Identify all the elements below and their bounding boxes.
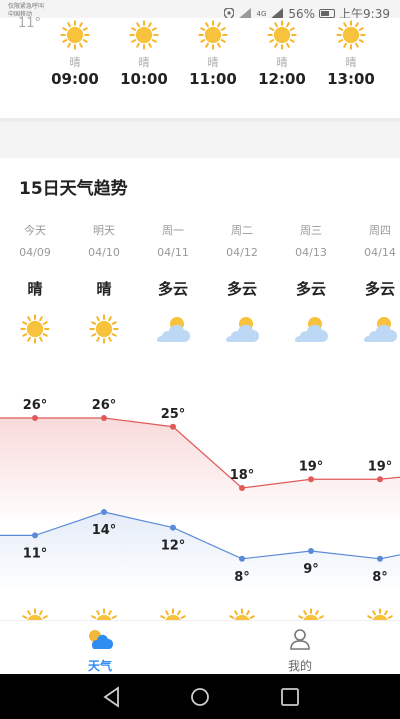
low-temp-point (308, 548, 314, 554)
hourly-time: 10:00 (120, 70, 168, 88)
low-temp-point (170, 524, 176, 531)
forecast-day-column[interactable]: 周一 04/11 多云 (138, 222, 208, 348)
sun-icon (58, 18, 92, 52)
day-date: 04/11 (157, 246, 189, 259)
high-temp-label: 25° (161, 407, 186, 422)
forecast-day-column[interactable]: 今天 04/09 晴 (0, 222, 70, 348)
low-temp-label: 11° (23, 546, 48, 561)
cloud-sun-icon (345, 312, 400, 348)
high-temp-point (170, 423, 176, 430)
hourly-condition: 晴 (276, 56, 288, 69)
nav-weather-tab[interactable]: 天气 (60, 627, 140, 674)
high-temp-point (377, 476, 383, 483)
bottom-nav: 天气 我的 (0, 620, 400, 674)
hourly-item: 晴 11:00 (178, 18, 248, 88)
sun-icon (127, 18, 161, 52)
low-temp-label: 8° (234, 570, 250, 585)
cloud-sun-tab-icon (89, 630, 113, 649)
day-condition: 晴 (96, 280, 112, 298)
high-temp-label: 26° (92, 398, 117, 413)
sun-icon (196, 18, 230, 52)
day-name: 周一 (162, 224, 184, 237)
user-icon (290, 629, 310, 650)
high-temp-point (32, 415, 38, 421)
day-condition: 晴 (27, 280, 43, 298)
day-condition: 多云 (226, 280, 257, 298)
high-temp-area (0, 418, 400, 518)
low-temp-point (32, 532, 38, 539)
home-icon[interactable] (188, 686, 212, 708)
hourly-condition: 晴 (138, 56, 150, 69)
hourly-item: 晴 10:00 (109, 18, 179, 88)
system-nav-bar (0, 674, 400, 719)
low-temp-label: 12° (161, 539, 186, 554)
day-date: 04/13 (295, 246, 327, 259)
low-temp-area (0, 512, 400, 588)
low-temp-label: 8° (372, 570, 388, 585)
day-name: 明天 (93, 224, 115, 237)
day-name: 周三 (300, 224, 322, 237)
hourly-time: 13:00 (327, 70, 375, 88)
high-temp-point (239, 485, 245, 491)
day-condition: 多云 (157, 280, 188, 298)
hourly-condition: 晴 (345, 56, 357, 69)
high-temp-label: 19° (368, 459, 393, 474)
nav-weather-label: 天气 (87, 659, 112, 673)
high-temp-point (101, 415, 107, 421)
high-temp-label: 26° (23, 398, 48, 413)
high-temp-point (308, 476, 314, 483)
carrier-line-1: 仅限紧急呼叫 (8, 3, 45, 10)
network-type: 4G (256, 9, 267, 18)
forecast-day-column[interactable]: 周四 04/14 多云 (345, 222, 400, 348)
hourly-item: 晴 12:00 (247, 18, 317, 88)
day-name: 周四 (369, 224, 391, 237)
hourly-time: 11:00 (189, 70, 237, 88)
forecast-15-day-card[interactable]: 15日天气趋势 今天 04/09 晴 明天 04/10 晴 周一 04/11 多云 周二 04/1… (0, 158, 400, 628)
sun-icon (0, 312, 70, 348)
forecast-day-column[interactable]: 周二 04/12 多云 (207, 222, 277, 348)
hourly-forecast[interactable]: 晴 09:00 晴 10:00 晴 11:00 晴 12:00 晴 13:00 (0, 18, 400, 118)
cloud-sun-icon (276, 312, 346, 348)
section-divider (0, 118, 400, 132)
current-temp-partial: 11° (18, 16, 42, 31)
low-temp-label: 14° (92, 523, 117, 538)
hourly-item: 晴 09:00 (40, 18, 110, 88)
nav-mine-label: 我的 (287, 659, 312, 673)
cloud-sun-icon (138, 312, 208, 348)
temperature-trend-chart: 26° 26° 25° 18° 19° 19° 11° 14° 12° 8° 9° 8° (0, 398, 400, 588)
hourly-time: 12:00 (258, 70, 306, 88)
low-temp-label: 9° (303, 562, 319, 577)
hourly-condition: 晴 (207, 56, 219, 69)
day-date: 04/09 (19, 246, 51, 259)
day-date: 04/12 (226, 246, 258, 259)
battery-icon (319, 9, 336, 18)
hourly-item: 晴 13:00 (316, 18, 386, 88)
back-icon[interactable] (100, 686, 124, 708)
low-temp-point (377, 555, 383, 562)
nav-mine-tab[interactable]: 我的 (260, 627, 340, 674)
forecast-title: 15日天气趋势 (19, 179, 128, 199)
hourly-condition: 晴 (69, 56, 81, 69)
low-temp-point (239, 555, 245, 562)
day-condition: 多云 (364, 280, 395, 298)
sun-icon (334, 18, 368, 52)
day-name: 今天 (24, 224, 46, 237)
day-date: 04/14 (364, 246, 396, 259)
recents-icon[interactable] (278, 686, 302, 708)
day-condition: 多云 (295, 280, 326, 298)
day-name: 周二 (231, 224, 253, 237)
day-date: 04/10 (88, 246, 120, 259)
sun-icon (265, 18, 299, 52)
sun-icon (69, 312, 139, 348)
cloud-sun-icon (207, 312, 277, 348)
low-temp-point (101, 509, 107, 515)
high-temp-label: 19° (299, 459, 324, 474)
forecast-day-column[interactable]: 明天 04/10 晴 (69, 222, 139, 348)
hourly-time: 09:00 (51, 70, 99, 88)
forecast-day-column[interactable]: 周三 04/13 多云 (276, 222, 346, 348)
high-temp-label: 18° (230, 468, 255, 483)
